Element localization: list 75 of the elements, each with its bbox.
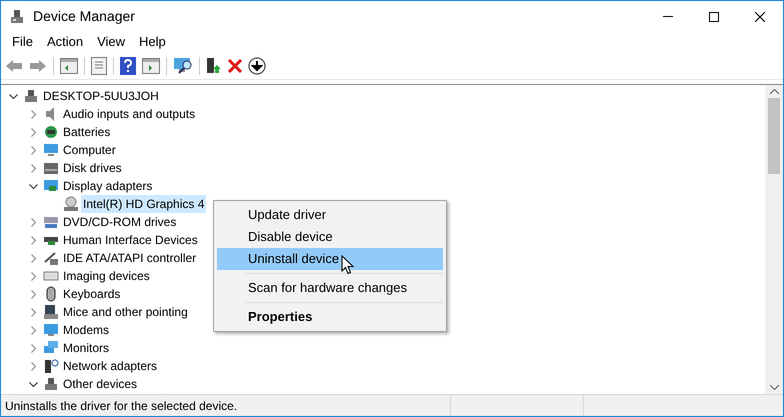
tree-item[interactable]: Mice and other pointing <box>61 303 190 321</box>
tree-item[interactable]: Audio inputs and outputs <box>61 105 198 123</box>
scrollbar[interactable] <box>765 85 783 394</box>
expand-chevron-icon[interactable] <box>8 94 18 98</box>
device-icon <box>43 124 59 140</box>
tree-item[interactable]: Batteries <box>61 123 112 141</box>
menu-item[interactable]: File <box>5 32 40 52</box>
tree-item[interactable]: Network adapters <box>61 357 160 375</box>
close-icon[interactable] <box>755 12 765 22</box>
menu-item[interactable]: Help <box>132 32 173 52</box>
tree-item[interactable]: Modems <box>61 321 112 339</box>
device-icon <box>43 142 59 158</box>
collapse-chevron-icon[interactable] <box>30 146 36 154</box>
panel-icon[interactable] <box>60 58 78 74</box>
device-manager-icon <box>9 8 25 24</box>
context-menu-item[interactable]: Scan for hardware changes <box>217 277 443 299</box>
context-menu-item[interactable]: Properties <box>217 306 443 328</box>
context-menu-item[interactable]: Disable device <box>217 226 443 248</box>
expand-chevron-icon[interactable] <box>28 382 38 386</box>
properties-icon[interactable] <box>91 56 107 74</box>
device-icon <box>43 178 59 194</box>
device-icon <box>43 304 59 320</box>
collapse-chevron-icon[interactable] <box>30 290 36 298</box>
tree-item[interactable]: Keyboards <box>61 285 122 303</box>
scroll-up-icon[interactable] <box>770 89 778 94</box>
maximize-icon[interactable] <box>709 12 719 22</box>
update-driver-icon[interactable] <box>206 56 222 74</box>
tree-item[interactable]: Intel(R) HD Graphics 4 <box>81 195 206 213</box>
device-icon <box>43 340 59 356</box>
delete-x-icon[interactable] <box>228 58 242 72</box>
tree-item[interactable]: IDE ATA/ATAPI controller <box>61 249 198 267</box>
collapse-chevron-icon[interactable] <box>30 110 36 118</box>
device-icon <box>43 160 59 176</box>
collapse-chevron-icon[interactable] <box>30 254 36 262</box>
collapse-chevron-icon[interactable] <box>30 362 36 370</box>
tree-item[interactable]: DESKTOP-5UU3JOH <box>41 87 161 105</box>
tree-item[interactable]: Monitors <box>61 339 112 357</box>
tree-item[interactable]: Other devices <box>61 375 140 393</box>
menu-item[interactable]: Action <box>40 32 90 52</box>
collapse-chevron-icon[interactable] <box>30 128 36 136</box>
back-arrow-icon[interactable] <box>5 58 23 72</box>
context-menu-item[interactable]: Uninstall device <box>217 248 443 270</box>
device-icon <box>43 322 59 338</box>
forward-arrow-icon[interactable] <box>29 58 47 72</box>
collapse-chevron-icon[interactable] <box>30 236 36 244</box>
collapse-chevron-icon[interactable] <box>30 344 36 352</box>
tree-item[interactable]: Computer <box>61 141 118 159</box>
tree-item[interactable]: Imaging devices <box>61 267 152 285</box>
tree-item[interactable]: Display adapters <box>61 177 154 195</box>
tree-item[interactable]: Disk drives <box>61 159 124 177</box>
collapse-chevron-icon[interactable] <box>30 164 36 172</box>
scroll-thumb[interactable] <box>768 98 780 174</box>
menu-item[interactable]: View <box>90 32 132 52</box>
context-menu-item[interactable]: Update driver <box>217 204 443 226</box>
device-icon <box>43 358 59 374</box>
device-icon <box>63 196 79 212</box>
monitor-magnifier-icon[interactable] <box>173 56 193 74</box>
device-icon <box>43 250 59 266</box>
window-title: Device Manager <box>33 7 135 26</box>
collapse-chevron-icon[interactable] <box>30 272 36 280</box>
collapse-chevron-icon[interactable] <box>30 326 36 334</box>
panel-play-icon[interactable] <box>142 58 160 74</box>
device-icon <box>43 376 59 392</box>
status-text: Uninstalls the driver for the selected device. <box>4 398 238 415</box>
download-icon[interactable] <box>248 56 266 74</box>
scroll-down-icon[interactable] <box>770 385 778 390</box>
help-icon[interactable] <box>120 56 136 74</box>
tree-item[interactable]: DVD/CD-ROM drives <box>61 213 178 231</box>
tree-item[interactable]: Human Interface Devices <box>61 231 200 249</box>
device-icon <box>23 88 39 104</box>
expand-chevron-icon[interactable] <box>28 184 38 188</box>
mouse-cursor-icon <box>341 255 354 275</box>
collapse-chevron-icon[interactable] <box>30 218 36 226</box>
collapse-chevron-icon[interactable] <box>30 308 36 316</box>
device-icon <box>43 214 59 230</box>
